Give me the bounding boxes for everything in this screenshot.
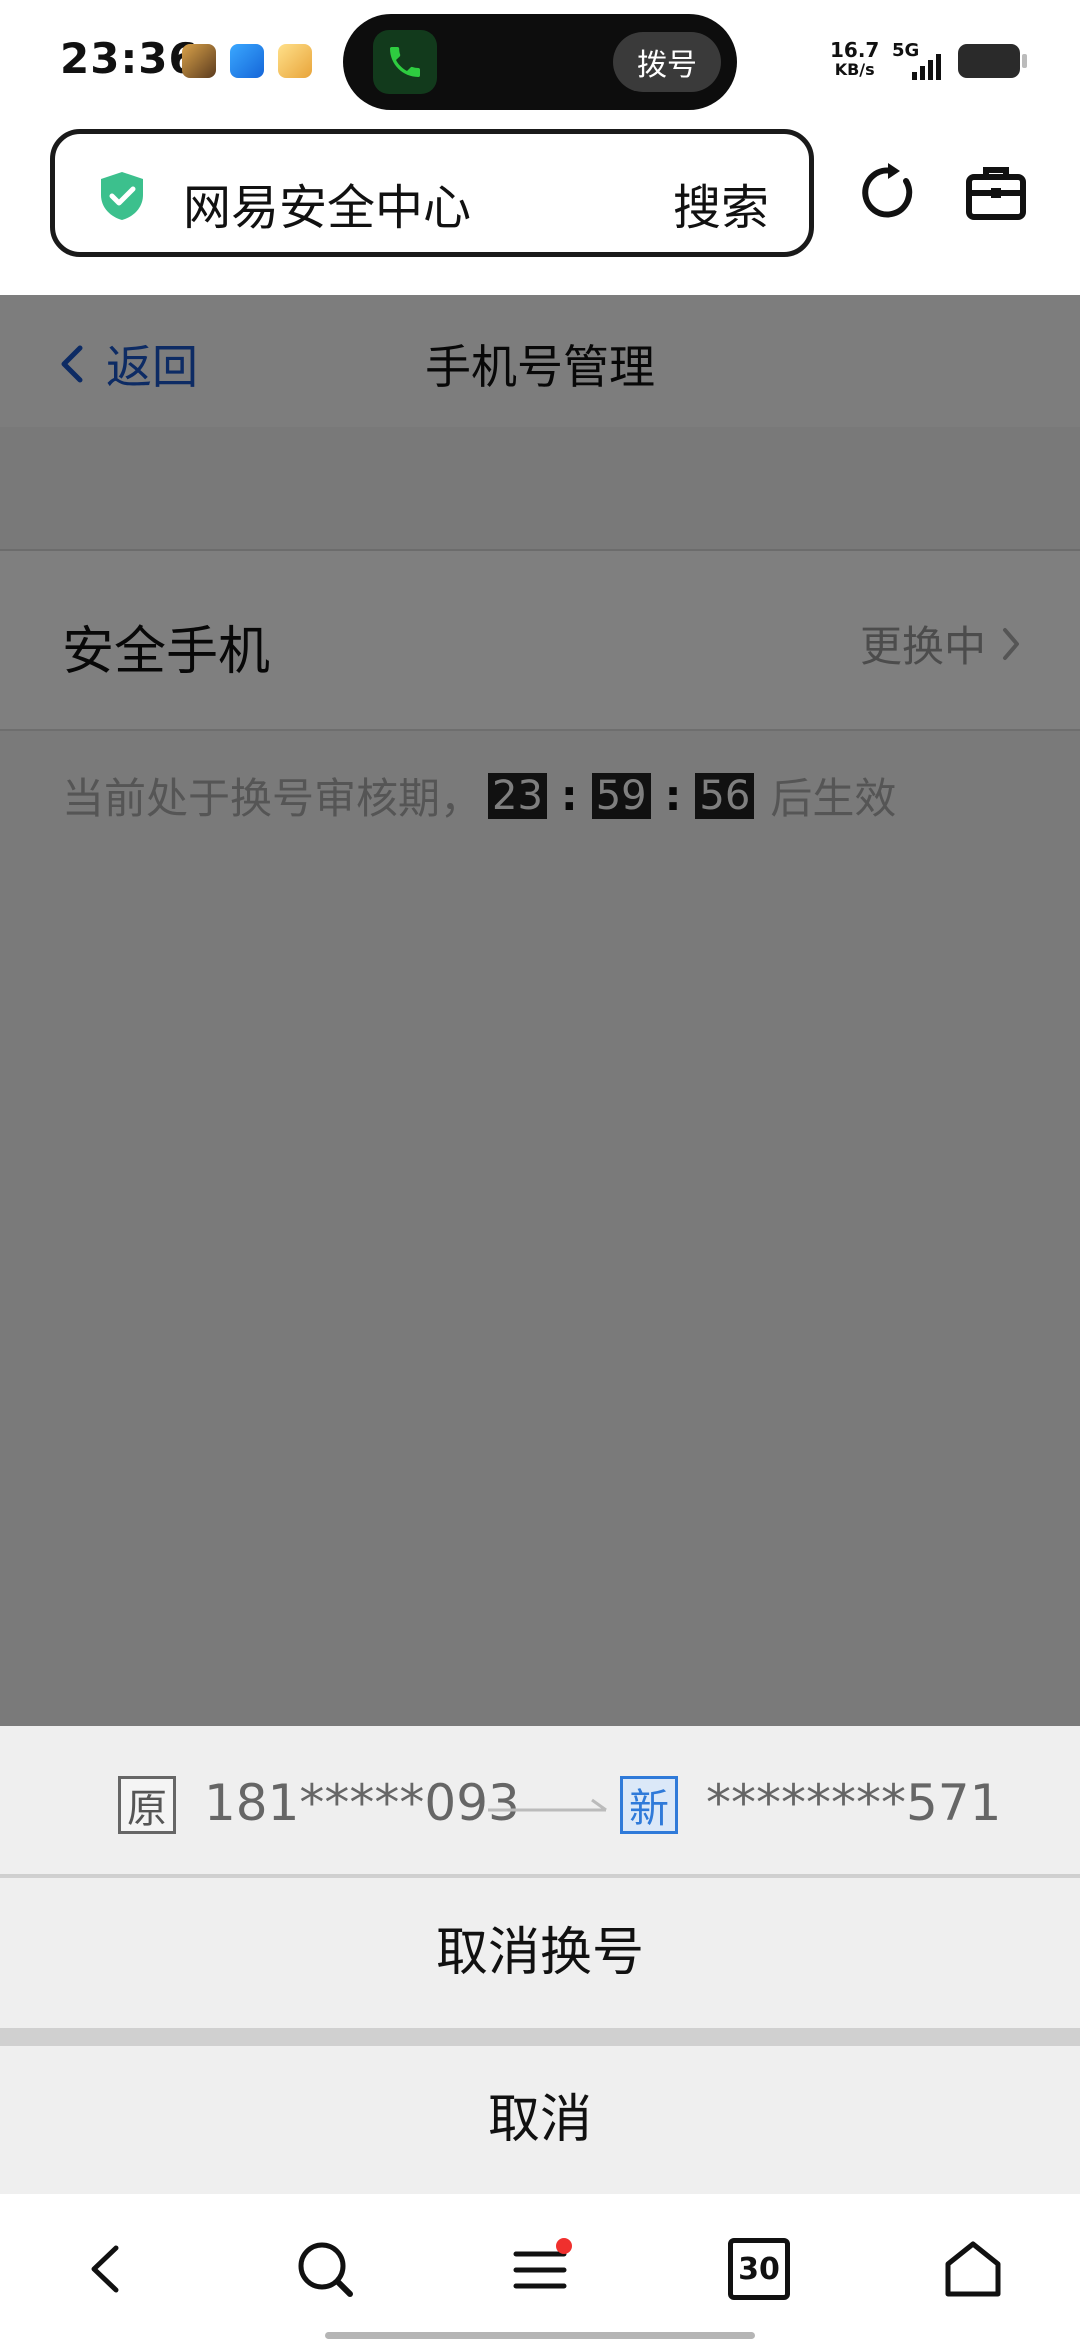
- dynamic-island[interactable]: 拨号: [343, 14, 737, 110]
- search-button[interactable]: 搜索: [673, 168, 769, 238]
- dim-overlay[interactable]: [0, 295, 1080, 1726]
- home-indicator[interactable]: [325, 2332, 755, 2339]
- shield-check-icon: [101, 172, 143, 220]
- arrow-right-icon: [488, 1798, 607, 1812]
- signal-icon: [912, 54, 941, 80]
- battery-icon: [958, 44, 1020, 78]
- reload-icon[interactable]: [856, 161, 920, 225]
- dial-button[interactable]: 拨号: [613, 32, 721, 92]
- network-speed-unit: KB/s: [834, 60, 875, 79]
- battery-tip: [1022, 54, 1027, 68]
- new-number-tag: 新: [620, 1776, 678, 1834]
- menu-icon[interactable]: [510, 2238, 572, 2300]
- network-speed: 16.7 KB/s: [830, 40, 879, 80]
- browser-bar: 网易安全中心 搜索: [0, 125, 1080, 295]
- status-time: 23:36: [60, 34, 199, 83]
- notification-dot: [556, 2238, 572, 2254]
- status-bar: 23:36 拨号 16.7 KB/s 5G: [0, 0, 1080, 125]
- toolbox-icon[interactable]: [964, 161, 1028, 225]
- search-icon[interactable]: [294, 2238, 356, 2300]
- cancel-button[interactable]: 取消: [0, 2046, 1080, 2194]
- address-text: 网易安全中心: [183, 180, 472, 236]
- back-arrow-icon[interactable]: [76, 2238, 138, 2300]
- old-number: 181*****093: [204, 1774, 520, 1832]
- old-number-tag: 原: [118, 1776, 176, 1834]
- new-number: ********571: [706, 1774, 1002, 1832]
- tabs-count-button[interactable]: 30: [728, 2238, 790, 2300]
- cancel-number-change-button[interactable]: 取消换号: [0, 1878, 1080, 2028]
- browser-bottom-nav: 30: [0, 2194, 1080, 2344]
- number-change-info: 原 181*****093 新 ********571: [0, 1726, 1080, 1876]
- home-icon[interactable]: [942, 2238, 1004, 2300]
- news-app-icon: [278, 44, 312, 78]
- action-sheet: 原 181*****093 新 ********571 取消换号 取消: [0, 1726, 1080, 2194]
- game-app-icon: [182, 44, 216, 78]
- network-speed-value: 16.7: [830, 38, 880, 62]
- browser-app-icon: [230, 44, 264, 78]
- phone-call-icon[interactable]: [373, 30, 437, 94]
- address-bar[interactable]: 网易安全中心 搜索: [50, 129, 814, 257]
